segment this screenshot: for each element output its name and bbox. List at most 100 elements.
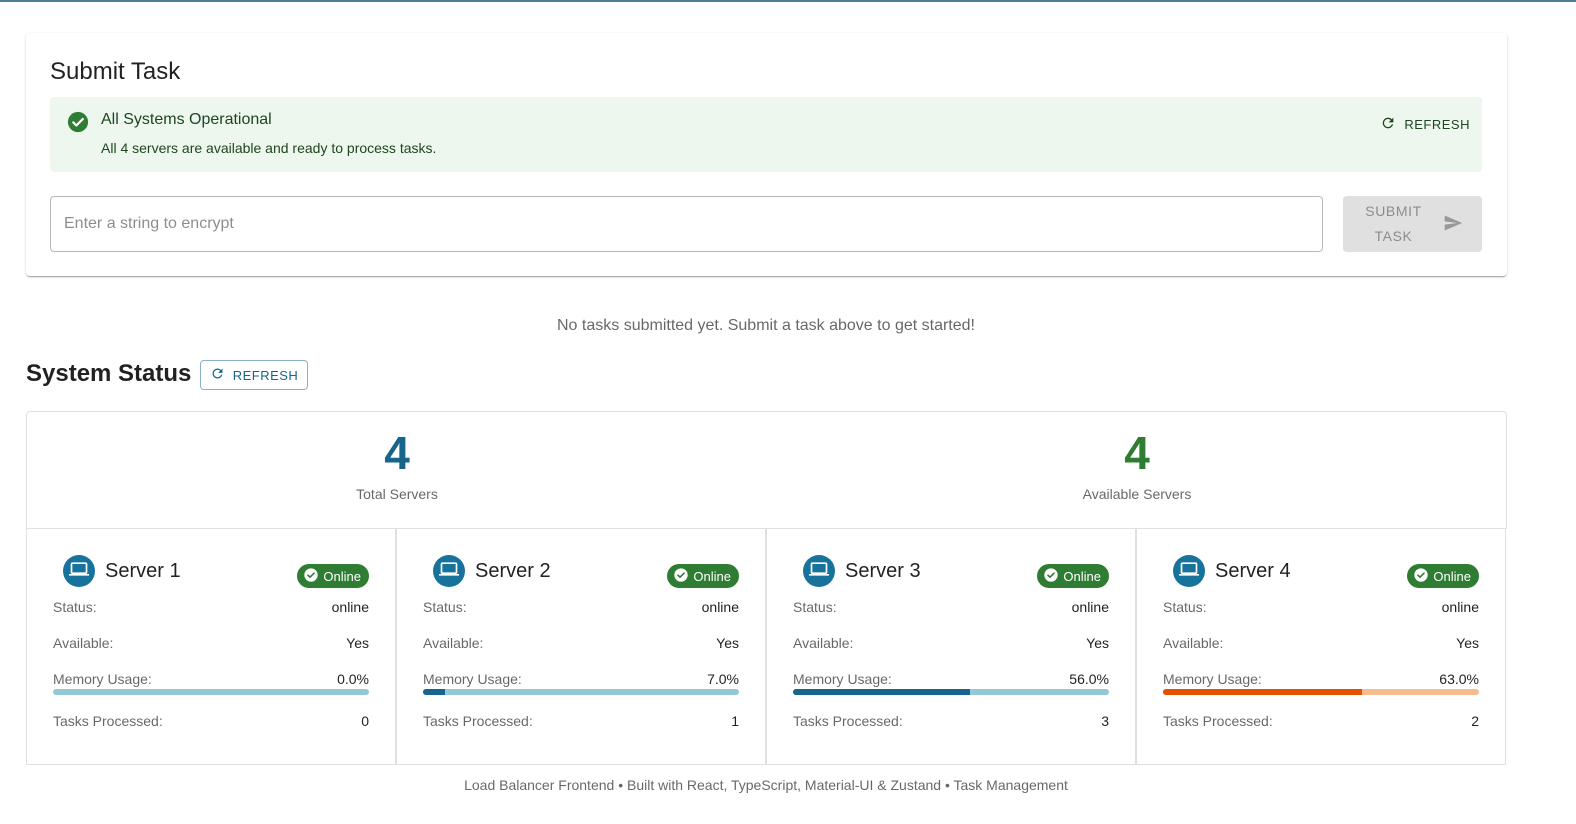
server-name: Server 2 <box>475 560 551 582</box>
memory-value: 63.0% <box>1439 671 1479 687</box>
status-refresh-button[interactable]: REFRESH <box>200 360 308 390</box>
check-circle-icon <box>1043 567 1059 586</box>
memory-progress-bar <box>793 689 1109 695</box>
status-value: online <box>1071 599 1109 615</box>
check-circle-icon <box>67 111 89 133</box>
server-avatar <box>1173 555 1205 587</box>
refresh-icon <box>210 366 225 384</box>
memory-row: Memory Usage: 7.0% <box>423 671 739 687</box>
tasks-value: 1 <box>731 713 739 729</box>
tasks-row: Tasks Processed: 3 <box>793 713 1109 729</box>
tasks-value: 3 <box>1101 713 1109 729</box>
status-label: Status: <box>423 599 467 615</box>
tasks-value: 2 <box>1471 713 1479 729</box>
online-status-chip: Online <box>1037 564 1109 588</box>
tasks-label: Tasks Processed: <box>1163 713 1273 729</box>
computer-icon <box>1179 559 1199 584</box>
online-status-label: Online <box>693 568 731 584</box>
online-status-label: Online <box>1433 568 1471 584</box>
send-icon <box>1443 213 1463 236</box>
memory-value: 0.0% <box>337 671 369 687</box>
online-status-chip: Online <box>1407 564 1479 588</box>
submit-task-label: SUBMIT TASK <box>1365 203 1422 244</box>
available-row: Available: Yes <box>423 635 739 651</box>
computer-icon <box>809 559 829 584</box>
tasks-label: Tasks Processed: <box>423 713 533 729</box>
total-servers-value: 4 <box>384 427 410 479</box>
submit-task-button[interactable]: SUBMIT TASK <box>1343 196 1482 252</box>
memory-row: Memory Usage: 63.0% <box>1163 671 1479 687</box>
online-status-label: Online <box>1063 568 1101 584</box>
alert-refresh-label: REFRESH <box>1404 116 1470 132</box>
memory-progress-fill <box>1163 689 1363 695</box>
available-servers-label: Available Servers <box>1082 486 1192 502</box>
computer-icon <box>439 559 459 584</box>
server-avatar <box>803 555 835 587</box>
total-servers-stat: 4 Total Servers <box>27 426 767 502</box>
system-status-alert: All Systems Operational All 4 servers ar… <box>50 97 1482 172</box>
system-status-title: System Status <box>26 360 192 387</box>
memory-label: Memory Usage: <box>53 671 152 687</box>
memory-row: Memory Usage: 0.0% <box>53 671 369 687</box>
available-label: Available: <box>793 635 854 651</box>
server-summary: 4 Total Servers 4 Available Servers <box>26 411 1507 529</box>
check-circle-icon <box>303 567 319 586</box>
server-card-3: Server 3 Online Status: online Available… <box>766 528 1136 765</box>
alert-refresh-button[interactable]: REFRESH <box>1380 113 1470 135</box>
available-row: Available: Yes <box>793 635 1109 651</box>
status-value: online <box>1441 599 1479 615</box>
memory-value: 7.0% <box>707 671 739 687</box>
tasks-row: Tasks Processed: 0 <box>53 713 369 729</box>
top-accent-line <box>0 0 1576 2</box>
server-card-4: Server 4 Online Status: online Available… <box>1136 528 1506 765</box>
status-label: Status: <box>53 599 97 615</box>
empty-tasks-message: No tasks submitted yet. Submit a task ab… <box>557 317 975 334</box>
status-row: Status: online <box>793 599 1109 615</box>
available-label: Available: <box>53 635 114 651</box>
available-row: Available: Yes <box>1163 635 1479 651</box>
tasks-row: Tasks Processed: 2 <box>1163 713 1479 729</box>
status-value: online <box>701 599 739 615</box>
submit-task-title: Submit Task <box>50 58 181 85</box>
status-row: Status: online <box>53 599 369 615</box>
available-label: Available: <box>423 635 484 651</box>
server-name: Server 3 <box>845 560 921 582</box>
server-name: Server 1 <box>105 560 181 582</box>
memory-row: Memory Usage: 56.0% <box>793 671 1109 687</box>
status-row: Status: online <box>423 599 739 615</box>
memory-progress-fill <box>423 689 446 695</box>
available-servers-value: 4 <box>1124 427 1150 479</box>
footer-text: Load Balancer Frontend • Built with Reac… <box>464 777 1068 793</box>
status-label: Status: <box>793 599 837 615</box>
available-label: Available: <box>1163 635 1224 651</box>
online-status-label: Online <box>323 568 361 584</box>
memory-progress-bar <box>1163 689 1479 695</box>
memory-progress-bar <box>53 689 369 695</box>
server-avatar <box>433 555 465 587</box>
status-refresh-label: REFRESH <box>232 367 299 383</box>
available-value: Yes <box>1086 635 1109 651</box>
tasks-label: Tasks Processed: <box>53 713 163 729</box>
server-avatar <box>63 555 95 587</box>
memory-progress-bar <box>423 689 739 695</box>
status-row: Status: online <box>1163 599 1479 615</box>
submit-task-card: Submit Task All Systems Operational All … <box>26 33 1507 276</box>
encrypt-string-input[interactable] <box>50 196 1323 252</box>
available-row: Available: Yes <box>53 635 369 651</box>
memory-label: Memory Usage: <box>793 671 892 687</box>
online-status-chip: Online <box>297 564 369 588</box>
memory-label: Memory Usage: <box>423 671 522 687</box>
status-value: online <box>331 599 369 615</box>
memory-label: Memory Usage: <box>1163 671 1262 687</box>
available-servers-stat: 4 Available Servers <box>767 426 1507 502</box>
tasks-label: Tasks Processed: <box>793 713 903 729</box>
server-grid: Server 1 Online Status: online Available… <box>26 528 1507 765</box>
memory-value: 56.0% <box>1069 671 1109 687</box>
computer-icon <box>69 559 89 584</box>
online-status-chip: Online <box>667 564 739 588</box>
tasks-row: Tasks Processed: 1 <box>423 713 739 729</box>
server-card-1: Server 1 Online Status: online Available… <box>26 528 396 765</box>
status-label: Status: <box>1163 599 1207 615</box>
available-value: Yes <box>1456 635 1479 651</box>
check-circle-icon <box>673 567 689 586</box>
